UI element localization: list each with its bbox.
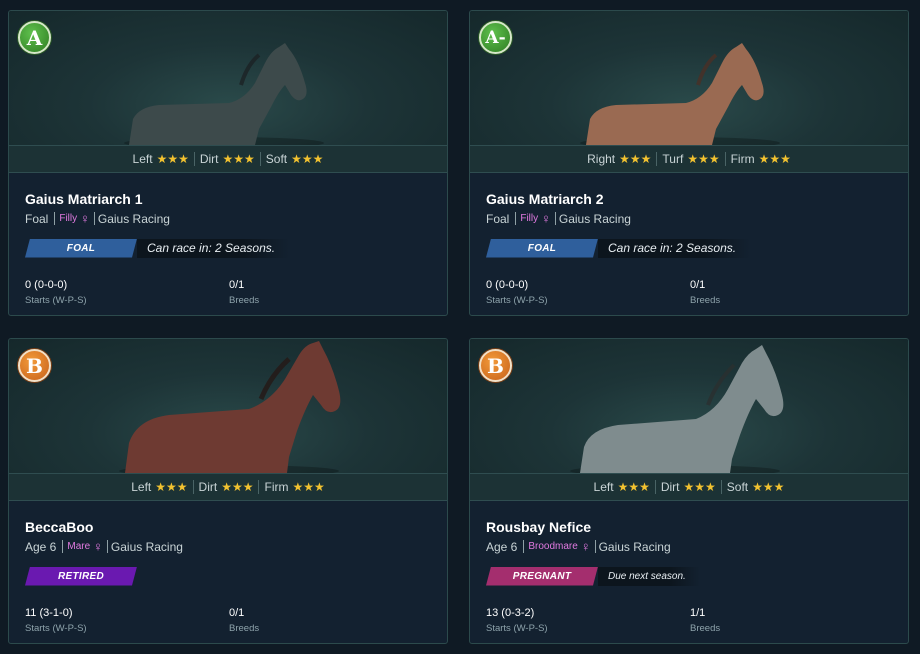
surface-condition: Soft ★★★ <box>726 480 785 494</box>
surface-track: Dirt ★★★ <box>198 480 254 494</box>
horse-name[interactable]: BeccaBoo <box>25 519 93 535</box>
record-stat: 11 (3-1-0) Starts (W-P-S) <box>25 607 87 634</box>
horse-sex: Filly <box>520 213 539 224</box>
horse-sex: Broodmare <box>528 541 578 552</box>
female-icon: ♀ <box>80 211 90 226</box>
star-icon: ★★★ <box>617 480 650 494</box>
record-stat: 13 (0-3-2) Starts (W-P-S) <box>486 607 548 634</box>
surface-bar: Left ★★★ Dirt ★★★ Firm ★★★ <box>9 473 447 501</box>
breeds-stat: 0/1 Breeds <box>229 607 260 634</box>
surface-track: Dirt ★★★ <box>199 152 255 166</box>
horse-age: Age 6 <box>486 539 518 554</box>
horse-silhouette <box>125 341 341 473</box>
star-icon: ★★★ <box>291 152 324 166</box>
surface-direction: Right ★★★ <box>587 152 652 166</box>
stable-name[interactable]: Gaius Racing <box>98 212 170 226</box>
grade-badge: A <box>18 21 51 54</box>
female-icon: ♀ <box>580 539 591 554</box>
surface-bar: Right ★★★ Turf ★★★ Firm ★★★ <box>470 145 908 173</box>
horse-card[interactable]: B Left ★★★ Dirt ★★★ Firm ★★★ BeccaBoo Age 6… <box>8 338 448 644</box>
horse-silhouette <box>129 43 307 145</box>
horse-silhouette <box>586 43 764 145</box>
star-icon: ★★★ <box>752 480 785 494</box>
horse-age: Age 6 <box>25 539 57 554</box>
surface-condition: Firm ★★★ <box>730 152 791 166</box>
status-badge: FOAL <box>25 239 137 258</box>
horse-sex: Filly <box>59 213 78 224</box>
surface-condition: Firm ★★★ <box>264 480 325 494</box>
breeds-stat: 0/1 Breeds <box>229 279 260 306</box>
surface-direction: Left ★★★ <box>132 152 189 166</box>
record-stat: 0 (0-0-0) Starts (W-P-S) <box>25 279 87 306</box>
star-icon: ★★★ <box>156 152 189 166</box>
status-badge: PREGNANT <box>486 567 598 586</box>
stable-name[interactable]: Gaius Racing <box>111 540 183 554</box>
star-icon: ★★★ <box>758 152 791 166</box>
status-note: Due next season. <box>598 566 700 586</box>
horse-silhouette <box>580 345 784 473</box>
female-icon: ♀ <box>541 211 551 226</box>
status-note: Can race in: 2 Seasons. <box>137 238 290 258</box>
grade-badge: B <box>479 349 512 382</box>
horse-card[interactable]: A- Right ★★★ Turf ★★★ Firm ★★★ Gaius Matria… <box>469 10 909 316</box>
surface-condition: Soft ★★★ <box>265 152 324 166</box>
breeds-stat: 0/1 Breeds <box>690 279 721 306</box>
horse-age: Foal <box>25 211 49 226</box>
surface-direction: Left ★★★ <box>131 480 188 494</box>
horse-details: Foal Filly ♀ Gaius Racing <box>486 211 631 226</box>
star-icon: ★★★ <box>619 152 652 166</box>
horse-card[interactable]: A Left ★★★ Dirt ★★★ Soft ★★★ Gaius Matriarc… <box>8 10 448 316</box>
star-icon: ★★★ <box>155 480 188 494</box>
grade-badge: B <box>18 349 51 382</box>
surface-track: Dirt ★★★ <box>660 480 716 494</box>
horse-image: B <box>470 339 908 473</box>
status-badge: RETIRED <box>25 567 137 586</box>
star-icon: ★★★ <box>683 480 716 494</box>
stable-name[interactable]: Gaius Racing <box>559 212 631 226</box>
surface-direction: Left ★★★ <box>593 480 650 494</box>
stable-name[interactable]: Gaius Racing <box>599 540 671 554</box>
surface-bar: Left ★★★ Dirt ★★★ Soft ★★★ <box>470 473 908 501</box>
horse-image: A <box>9 11 447 145</box>
horse-name[interactable]: Rousbay Nefice <box>486 519 591 535</box>
female-icon: ♀ <box>93 539 103 554</box>
horse-details: Age 6 Mare ♀ Gaius Racing <box>25 539 183 554</box>
surface-bar: Left ★★★ Dirt ★★★ Soft ★★★ <box>9 145 447 173</box>
horse-details: Age 6 Broodmare ♀ Gaius Racing <box>486 539 671 554</box>
horse-image: A- <box>470 11 908 145</box>
surface-track: Turf ★★★ <box>662 152 720 166</box>
star-icon: ★★★ <box>687 152 720 166</box>
horse-image: B <box>9 339 447 473</box>
horse-name[interactable]: Gaius Matriarch 2 <box>486 191 604 207</box>
star-icon: ★★★ <box>292 480 325 494</box>
horse-sex: Mare <box>67 541 91 552</box>
status-badge: FOAL <box>486 239 598 258</box>
grade-badge: A- <box>479 21 512 54</box>
horse-age: Foal <box>486 211 510 226</box>
breeds-stat: 1/1 Breeds <box>690 607 721 634</box>
record-stat: 0 (0-0-0) Starts (W-P-S) <box>486 279 548 306</box>
status-note: Can race in: 2 Seasons. <box>598 238 751 258</box>
star-icon: ★★★ <box>222 152 255 166</box>
star-icon: ★★★ <box>221 480 254 494</box>
horse-details: Foal Filly ♀ Gaius Racing <box>25 211 170 226</box>
horse-name[interactable]: Gaius Matriarch 1 <box>25 191 143 207</box>
horse-card[interactable]: B Left ★★★ Dirt ★★★ Soft ★★★ Rousbay Nefice… <box>469 338 909 644</box>
